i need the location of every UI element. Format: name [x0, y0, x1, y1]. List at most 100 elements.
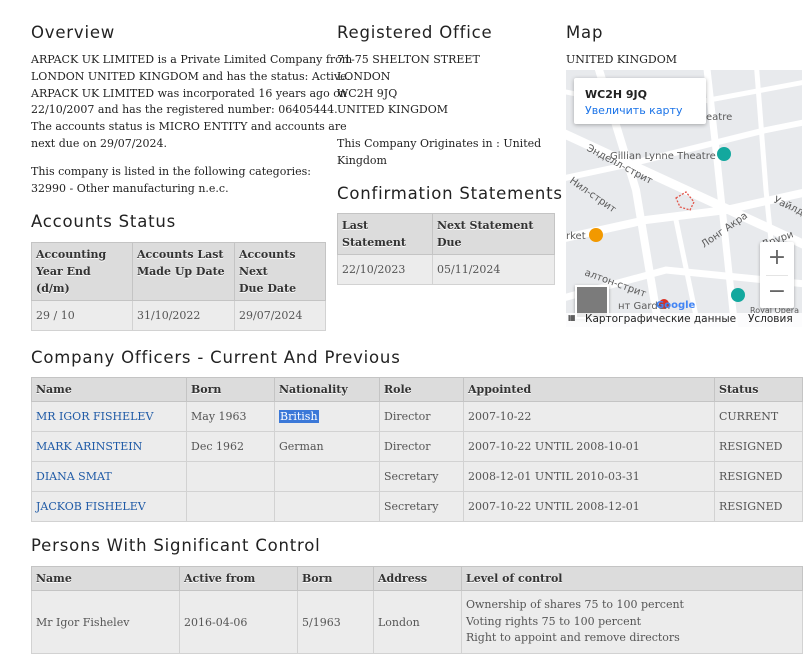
map-label: eatre: [706, 112, 732, 123]
map-data-attribution[interactable]: Картографические данные: [585, 313, 736, 325]
map-label: Gillian Lynne Theatre: [610, 151, 716, 162]
column-header: Role: [379, 377, 464, 402]
table-cell: JACKOB FISHELEV: [31, 491, 187, 522]
column-header: Accounts Last Made Up Date: [132, 242, 235, 301]
table-row: MR IGOR FISHELEV May 1963 British Direct…: [31, 401, 803, 432]
officer-link[interactable]: MR IGOR FISHELEV: [36, 410, 153, 423]
table-cell: [186, 461, 275, 492]
table-cell: MR IGOR FISHELEV: [31, 401, 187, 432]
origin-line: This Company Originates in : United: [337, 137, 542, 150]
map-attribution-bar: ▦ Картографические данные Условия: [566, 313, 802, 327]
confirmation-heading: Confirmation Statements: [337, 184, 563, 203]
table-row: Mr Igor Fishelev 2016-04-06 5/1963 Londo…: [31, 590, 803, 654]
address-line: UNITED KINGDOM: [337, 103, 448, 117]
column-header: Nationality: [274, 377, 380, 402]
table-cell: 2008-12-01 UNTIL 2010-03-31: [463, 461, 715, 492]
table-cell: RESIGNED: [714, 491, 803, 522]
column-header: Accounting Year End (d/m): [31, 242, 133, 301]
officers-heading: Company Officers - Current And Previous: [31, 348, 401, 367]
column-header: Accounts Next Due Date: [234, 242, 326, 301]
table-cell: DIANA SMAT: [31, 461, 187, 492]
table-cell: 29 / 10: [31, 300, 133, 331]
overview-description: ARPACK UK LIMITED is a Private Limited C…: [31, 52, 352, 153]
overview-heading: Overview: [31, 23, 116, 42]
origin-line: Kingdom: [337, 153, 387, 167]
overview-line: ARPACK UK LIMITED is a Private Limited C…: [31, 53, 353, 66]
psc-table: Name Active from Born Address Level of c…: [31, 566, 803, 654]
table-cell: RESIGNED: [714, 461, 803, 492]
map-heading: Map: [566, 23, 604, 42]
table-row: JACKOB FISHELEV Secretary 2007-10-22 UNT…: [31, 491, 803, 522]
table-cell: 22/10/2023: [337, 254, 433, 285]
column-header: Address: [373, 566, 462, 591]
enlarge-map-link[interactable]: Увеличить карту: [585, 104, 682, 117]
column-header: Next Statement Due: [432, 213, 555, 255]
address-line: WC2H 9JQ: [337, 86, 398, 100]
officer-link[interactable]: DIANA SMAT: [36, 470, 112, 483]
table-cell: MARK ARINSTEIN: [31, 431, 187, 462]
table-row: 29 / 10 31/10/2022 29/07/2024: [31, 300, 326, 331]
address-line: LONDON: [337, 69, 391, 83]
table-cell: Dec 1962: [186, 431, 275, 462]
column-header: Appointed: [463, 377, 715, 402]
selected-text: British: [279, 410, 319, 423]
table-cell: 31/10/2022: [132, 300, 235, 331]
table-cell: Ownership of shares 75 to 100 percent Vo…: [461, 590, 803, 654]
table-cell: [274, 461, 380, 492]
table-row: DIANA SMAT Secretary 2008-12-01 UNTIL 20…: [31, 461, 803, 492]
column-header: Name: [31, 566, 180, 591]
table-cell: 29/07/2024: [234, 300, 326, 331]
control-line: Ownership of shares 75 to 100 percent: [466, 598, 684, 612]
table-row: 22/10/2023 05/11/2024: [337, 254, 555, 285]
table-cell: German: [274, 431, 380, 462]
map-info-popup: WC2H 9JQ Увеличить карту: [574, 78, 706, 124]
control-line: Voting rights 75 to 100 percent: [466, 614, 642, 628]
officer-link[interactable]: MARK ARINSTEIN: [36, 440, 142, 453]
overview-categories: This company is listed in the following …: [31, 164, 311, 198]
table-cell: 05/11/2024: [432, 254, 555, 285]
table-cell: [274, 491, 380, 522]
table-cell: 2007-10-22 UNTIL 2008-12-01: [463, 491, 715, 522]
table-cell: London: [373, 590, 462, 654]
overview-line: 22/10/2007 and has the registered number…: [31, 103, 338, 117]
table-cell: 2007-10-22: [463, 401, 715, 432]
table-cell: British: [274, 401, 380, 432]
column-header: Last Statement: [337, 213, 433, 255]
accounts-status-heading: Accounts Status: [31, 212, 177, 231]
table-cell: Director: [379, 431, 464, 462]
officers-table: Name Born Nationality Role Appointed Sta…: [31, 377, 803, 522]
table-cell: CURRENT: [714, 401, 803, 432]
map-terms-link[interactable]: Условия: [748, 313, 793, 325]
popup-postcode: WC2H 9JQ: [585, 88, 647, 101]
table-cell: 5/1963: [297, 590, 374, 654]
column-header: Level of control: [461, 566, 803, 591]
table-cell: Director: [379, 401, 464, 432]
registered-office-heading: Registered Office: [337, 23, 493, 42]
zoom-out-button[interactable]: −: [760, 276, 794, 309]
column-header: Born: [297, 566, 374, 591]
keyboard-icon[interactable]: ▦: [568, 313, 576, 322]
table-cell: [186, 491, 275, 522]
table-cell: Secretary: [379, 491, 464, 522]
overview-line: The accounts status is MICRO ENTITY and …: [31, 120, 347, 134]
location-map[interactable]: Gillian Lynne Theatre Энделл-стрит Нил-с…: [566, 70, 802, 327]
company-origin: This Company Originates in : United King…: [337, 136, 541, 170]
column-header: Active from: [179, 566, 298, 591]
map-label: rket: [566, 231, 586, 242]
psc-heading: Persons With Significant Control: [31, 536, 321, 555]
overview-line: ARPACK UK LIMITED was incorporated 16 ye…: [31, 86, 347, 100]
zoom-in-button[interactable]: +: [760, 242, 794, 275]
table-cell: 2016-04-06: [179, 590, 298, 654]
column-header: Born: [186, 377, 275, 402]
google-logo: Google: [656, 300, 696, 311]
column-header: Status: [714, 377, 803, 402]
map-country: UNITED KINGDOM: [566, 53, 677, 66]
map-zoom-control: + −: [760, 242, 794, 308]
table-cell: Secretary: [379, 461, 464, 492]
table-cell: May 1963: [186, 401, 275, 432]
table-cell: RESIGNED: [714, 431, 803, 462]
officer-link[interactable]: JACKOB FISHELEV: [36, 500, 146, 513]
table-row: MARK ARINSTEIN Dec 1962 German Director …: [31, 431, 803, 462]
table-cell: Mr Igor Fishelev: [31, 590, 180, 654]
accounts-status-table: Accounting Year End (d/m) Accounts Last Ma…: [31, 242, 326, 331]
